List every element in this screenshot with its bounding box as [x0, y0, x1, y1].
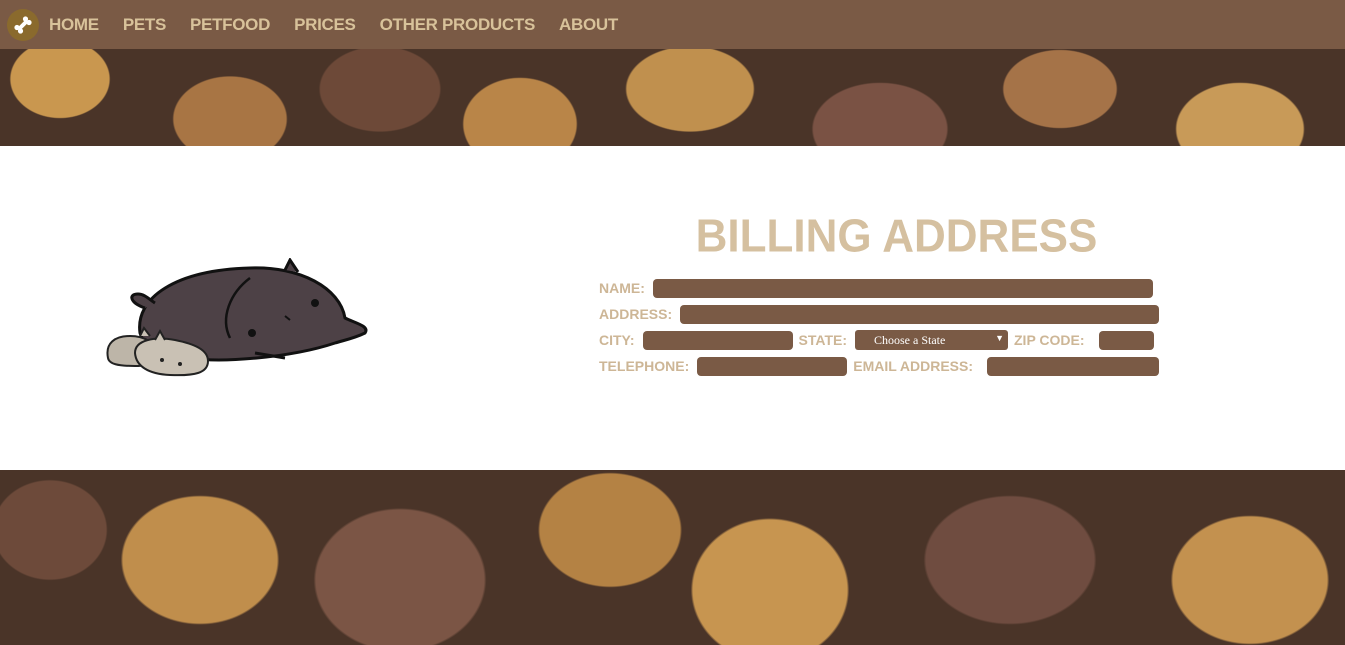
nav-petfood[interactable]: PETFOOD: [190, 15, 270, 35]
address-label: ADDRESS:: [599, 306, 673, 322]
kibble-background-bottom: [0, 470, 1345, 645]
name-label: NAME:: [599, 280, 645, 296]
bone-icon: [14, 15, 32, 34]
billing-section: BILLING ADDRESS NAME: ADDRESS: CITY: STA…: [0, 146, 1345, 470]
telephone-label: TELEPHONE:: [599, 358, 690, 374]
top-navbar: HOME PETS PETFOOD PRICES OTHER PRODUCTS …: [0, 0, 1345, 49]
phone-email-row: TELEPHONE: EMAIL ADDRESS:: [599, 355, 1159, 377]
nav-other-products[interactable]: OTHER PRODUCTS: [380, 15, 536, 35]
email-field[interactable]: [987, 356, 1159, 376]
city-state-zip-row: CITY: STATE: Choose a State ▼ ZIP CODE:: [599, 329, 1159, 351]
logo[interactable]: [7, 8, 39, 41]
nav-prices[interactable]: PRICES: [294, 15, 356, 35]
city-label: CITY:: [599, 332, 635, 348]
chevron-down-icon: ▼: [995, 333, 1004, 343]
telephone-field[interactable]: [697, 356, 848, 376]
nav-home[interactable]: HOME: [49, 15, 99, 35]
nav-pets[interactable]: PETS: [123, 15, 167, 35]
state-select-value: Choose a State: [874, 332, 946, 347]
address-row: ADDRESS:: [599, 303, 1159, 325]
sleeping-cats-illustration: [106, 258, 368, 377]
billing-address-title: BILLING ADDRESS: [695, 210, 1098, 263]
zip-field[interactable]: [1098, 330, 1154, 350]
address-field[interactable]: [680, 304, 1159, 324]
state-label: STATE:: [798, 332, 847, 348]
name-row: NAME:: [599, 277, 1159, 299]
zip-label: ZIP CODE:: [1014, 332, 1085, 348]
nav-about[interactable]: ABOUT: [559, 15, 618, 35]
state-select[interactable]: Choose a State ▼: [855, 330, 1008, 350]
city-field[interactable]: [642, 330, 793, 350]
kibble-background-top: [0, 49, 1345, 146]
name-field[interactable]: [652, 278, 1153, 298]
email-label: EMAIL ADDRESS:: [853, 358, 974, 374]
